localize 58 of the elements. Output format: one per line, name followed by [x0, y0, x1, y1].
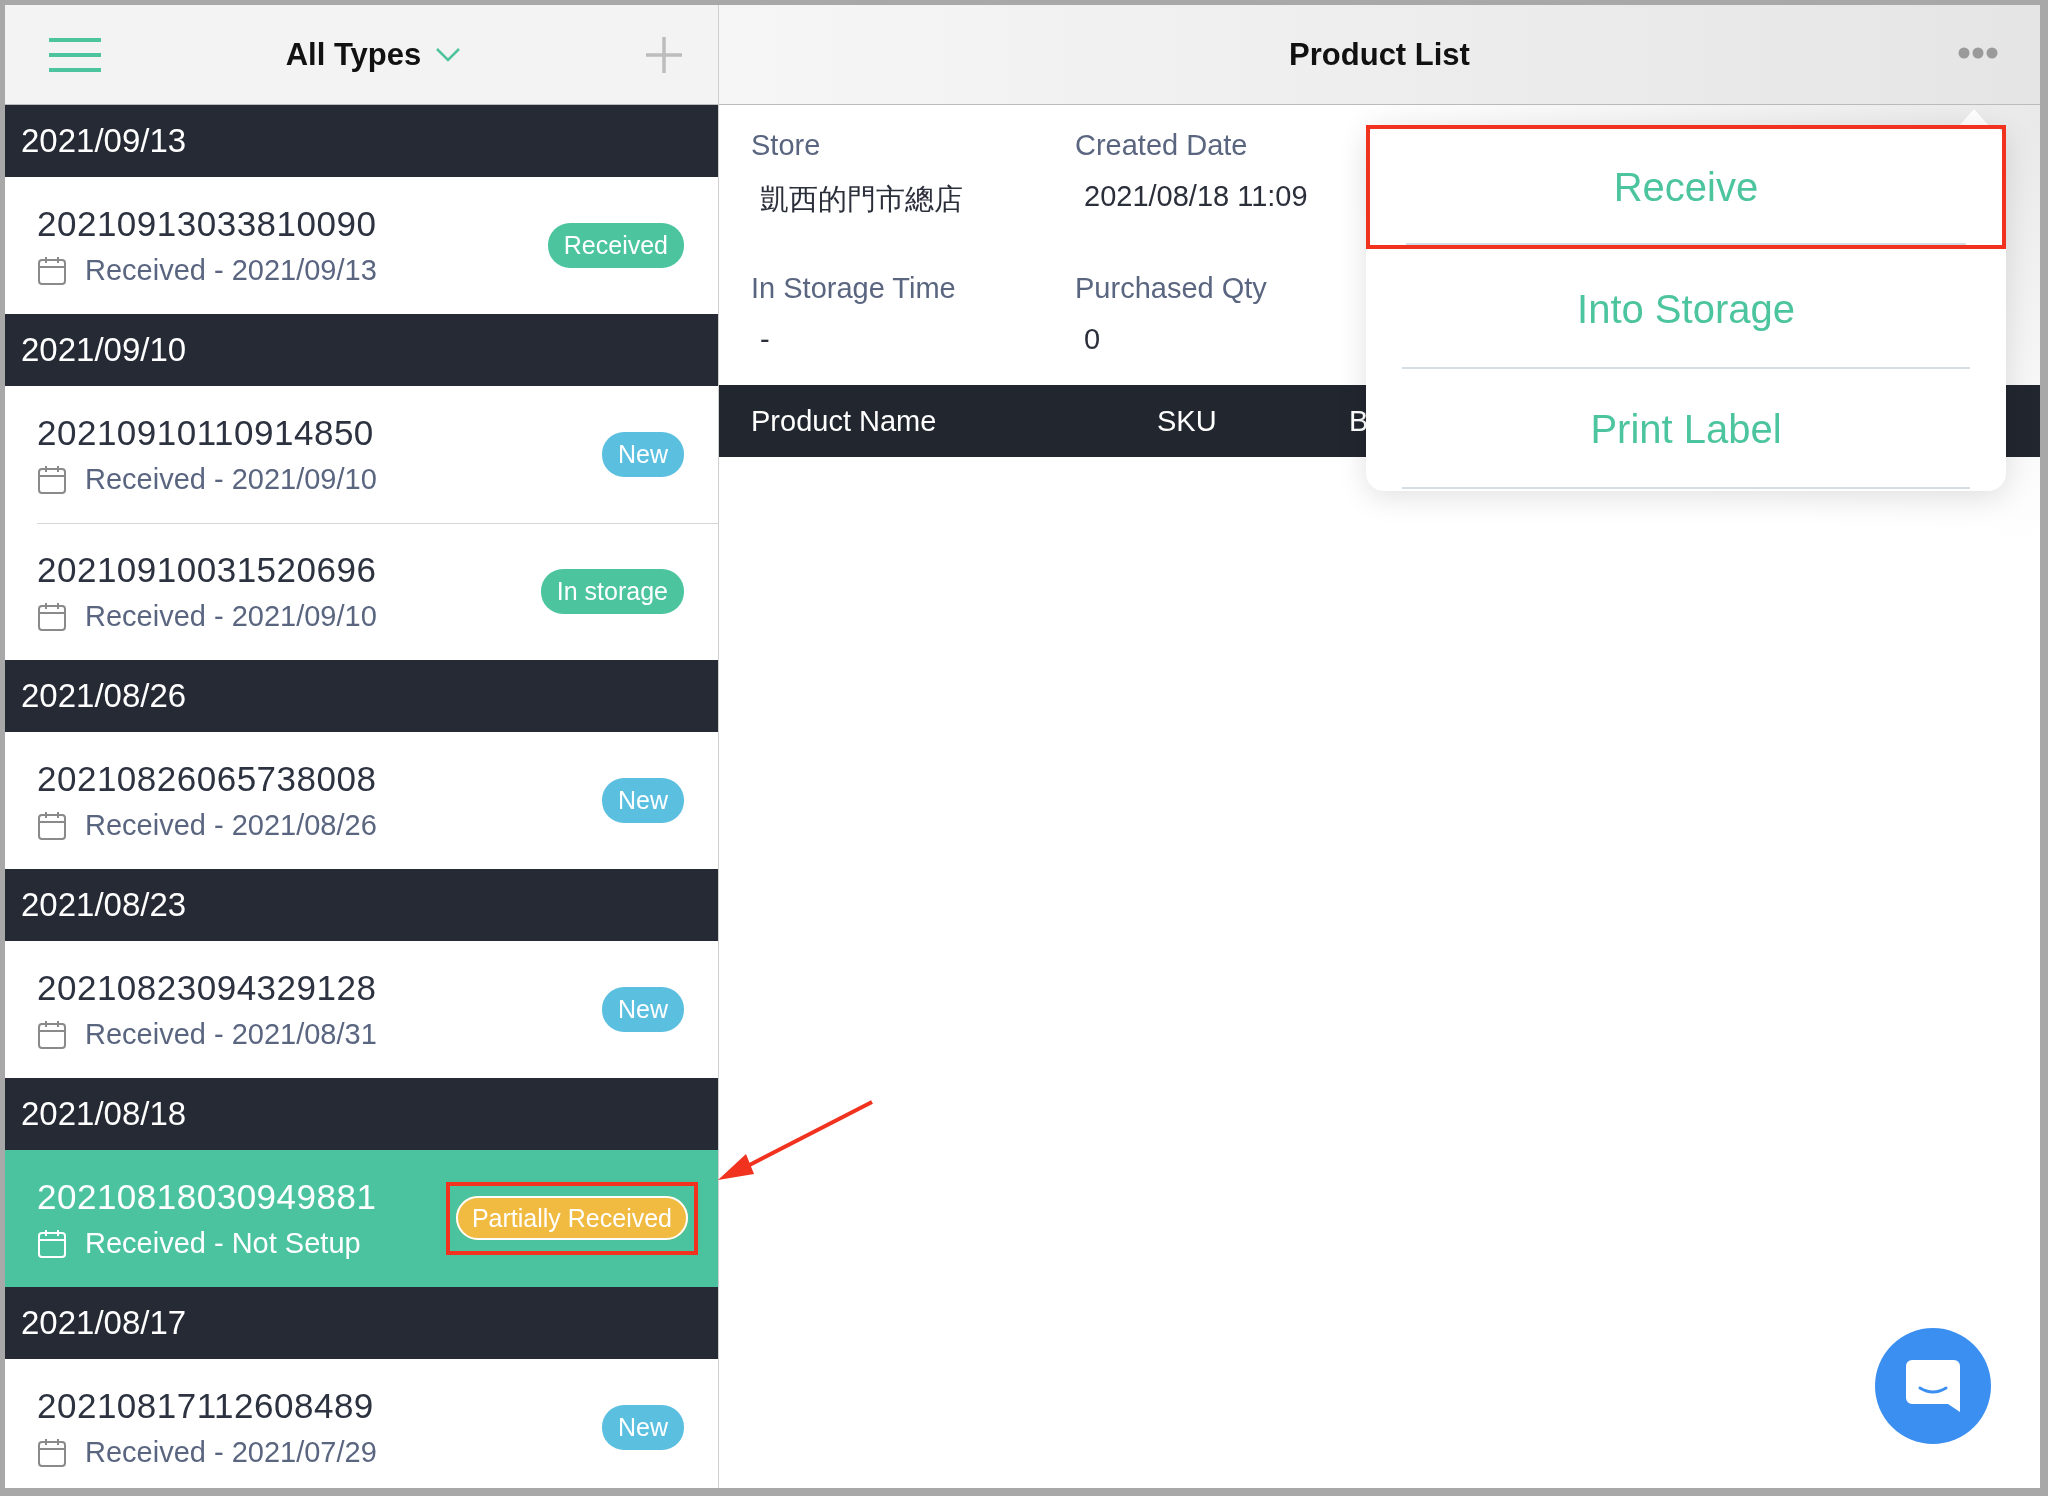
date-header: 2021/09/10 [21, 331, 187, 369]
add-icon[interactable] [646, 36, 682, 73]
order-row[interactable]: 20210913033810090 Received - 2021/09/13 Received [5, 177, 718, 314]
order-row[interactable]: 20210910031520696 Received - 2021/09/10 In storage [5, 523, 718, 660]
field-value: 2021/08/18 11:09 [1083, 180, 1309, 213]
order-row[interactable]: 20210910110914850 Received - 2021/09/10 New [5, 386, 718, 523]
status-badge: New [602, 778, 684, 823]
calendar-icon [37, 810, 67, 841]
page-title: Product List [1289, 36, 1470, 73]
order-number: 20210818030949881 [37, 1177, 378, 1217]
calendar-icon [37, 464, 67, 495]
field-value: - [759, 322, 771, 356]
filter-title[interactable]: All Types [285, 36, 422, 73]
order-status-date: Received - 2021/09/13 [85, 254, 377, 287]
field-label: In Storage Time [751, 271, 957, 305]
date-header: 2021/08/26 [21, 677, 187, 715]
order-status-date: Received - 2021/07/29 [85, 1436, 377, 1469]
status-badge: Partially Received [455, 1196, 688, 1240]
date-header: 2021/09/13 [21, 122, 187, 160]
order-status-date: Received - 2021/09/10 [85, 600, 377, 633]
chat-icon [1904, 1358, 1962, 1414]
column-header: SKU [1157, 404, 1218, 438]
order-status-date: Received - 2021/08/31 [85, 1018, 377, 1051]
order-number: 20210910031520696 [37, 550, 378, 590]
status-badge: Received [547, 223, 684, 268]
order-number: 20210823094329128 [37, 968, 378, 1008]
calendar-icon [37, 601, 67, 632]
calendar-icon [37, 1228, 67, 1259]
status-badge: In storage [540, 569, 684, 614]
status-badge: New [602, 432, 684, 477]
field-label: Purchased Qty [1075, 271, 1268, 305]
field-value: 0 [1083, 322, 1102, 356]
order-row[interactable]: 20210823094329128 Received - 2021/08/31 New [5, 941, 718, 1078]
order-number: 20210826065738008 [37, 759, 378, 799]
order-row[interactable]: 20210826065738008 Received - 2021/08/26 New [5, 732, 718, 869]
order-status-date: Received - Not Setup [85, 1227, 361, 1260]
calendar-icon [37, 255, 67, 286]
chevron-down-icon[interactable] [435, 46, 462, 63]
calendar-icon [37, 1019, 67, 1050]
order-number: 20210910110914850 [37, 413, 375, 453]
date-header: 2021/08/18 [21, 1095, 187, 1133]
order-row[interactable]: 20210817112608489 Received - 2021/07/29 New [5, 1359, 718, 1488]
order-number: 20210913033810090 [37, 204, 378, 244]
field-value: 凱西的門市總店 [759, 182, 964, 217]
status-badge: New [602, 987, 684, 1032]
column-header: B [1349, 404, 1369, 438]
field-label: Store [751, 129, 822, 162]
menu-icon[interactable] [49, 37, 101, 72]
order-status-date: Received - 2021/08/26 [85, 809, 377, 842]
more-icon[interactable] [1958, 47, 1998, 59]
status-badge: New [602, 1405, 684, 1450]
field-label: Created Date [1075, 129, 1249, 162]
order-status-date: Received - 2021/09/10 [85, 463, 377, 496]
calendar-icon [37, 1437, 67, 1468]
order-number: 20210817112608489 [37, 1386, 375, 1426]
date-header: 2021/08/17 [21, 1304, 187, 1342]
date-header: 2021/08/23 [21, 886, 187, 924]
column-header: Product Name [751, 404, 938, 438]
